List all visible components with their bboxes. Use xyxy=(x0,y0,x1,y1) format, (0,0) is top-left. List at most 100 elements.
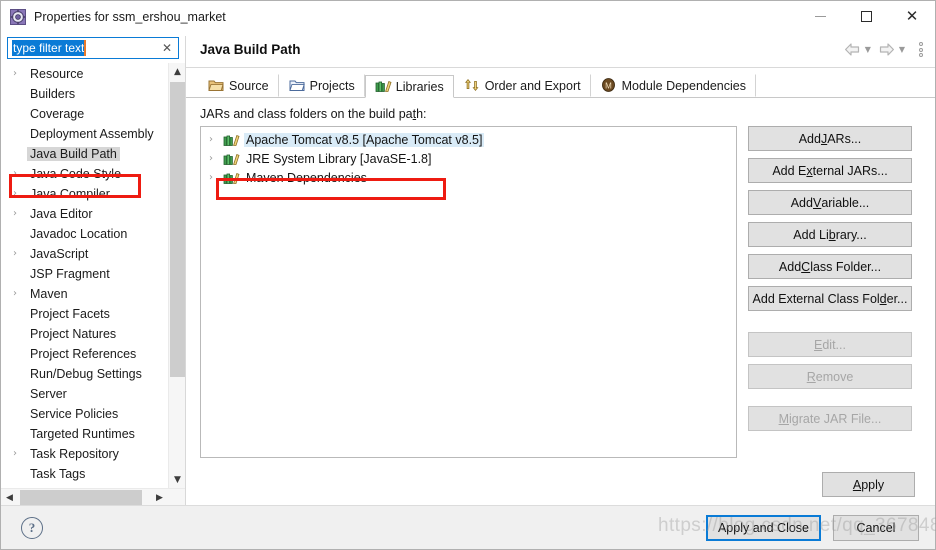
gear-icon xyxy=(10,8,26,25)
sidebar-item-project-natures[interactable]: ›Project Natures xyxy=(1,324,168,344)
header-navigation: ▼ ▼ xyxy=(843,42,927,57)
tab-source[interactable]: Source xyxy=(198,74,279,97)
button-label-mnemonic: E xyxy=(814,337,823,352)
apply-button[interactable]: Apply xyxy=(822,472,915,497)
expand-arrow-icon[interactable]: › xyxy=(209,172,223,183)
sidebar-item-project-references[interactable]: ›Project References xyxy=(1,344,168,364)
expand-arrow-icon[interactable]: › xyxy=(209,153,223,164)
add-library-button[interactable]: Add Li b rary... xyxy=(748,222,912,247)
sidebar-item-server[interactable]: ›Server xyxy=(1,384,168,404)
build-path-entry[interactable]: › JRE System Library [JavaSE-1.8] xyxy=(201,149,736,168)
scroll-left-icon[interactable]: ◀ xyxy=(1,489,18,505)
sidebar-item-java-compiler[interactable]: › Java Compiler xyxy=(1,184,168,204)
build-path-entry-label: Apache Tomcat v8.5 [Apache Tomcat v8.5] xyxy=(244,132,485,147)
search-input[interactable]: type filter text ✕ xyxy=(7,37,179,59)
sidebar-horizontal-scrollbar[interactable]: ◀ ▶ xyxy=(1,488,185,505)
sidebar-item-maven[interactable]: › Maven xyxy=(1,284,168,304)
build-path-entry[interactable]: › Apache Tomcat v8.5 [Apache Tomcat v8.5] xyxy=(201,130,736,149)
scroll-up-icon[interactable]: ▲ xyxy=(169,63,185,80)
sidebar-tree-wrapper: ›Resource›Builders›Coverage›Deployment A… xyxy=(1,63,185,505)
sidebar-item-builders[interactable]: ›Builders xyxy=(1,84,168,104)
button-label-mnemonic: M xyxy=(778,411,790,426)
sidebar-item-task-tags[interactable]: ›Task Tags xyxy=(1,464,168,484)
clear-filter-icon[interactable]: ✕ xyxy=(159,42,175,54)
edit-button: Edit... xyxy=(748,332,912,357)
dialog-footer: ? Apply and Close Cancel xyxy=(1,505,935,549)
sidebar-item-jsp-fragment[interactable]: ›JSP Fragment xyxy=(1,264,168,284)
sidebar-item-project-facets[interactable]: ›Project Facets xyxy=(1,304,168,324)
add-external-jars-button[interactable]: Add Ex ternal JARs... xyxy=(748,158,912,183)
sidebar-item-java-build-path[interactable]: ›Java Build Path xyxy=(1,144,168,164)
projects-folder-icon xyxy=(288,78,305,93)
scroll-down-icon[interactable]: ▼ xyxy=(169,471,185,488)
libraries-books-icon xyxy=(375,79,392,94)
back-dropdown-icon[interactable]: ▼ xyxy=(864,45,875,54)
sidebar-vertical-scrollbar[interactable]: ▲ ▼ xyxy=(168,63,185,488)
tab-label: Module Dependencies xyxy=(621,78,746,93)
add-class-folder-button[interactable]: Add Class Folder... xyxy=(748,254,912,279)
expand-arrow-icon[interactable]: › xyxy=(13,189,27,199)
add-external-class-folder-button[interactable]: Add External Class Fol d er... xyxy=(748,286,912,311)
add-variable-button[interactable]: Add Variable... xyxy=(748,190,912,215)
sidebar-item-label: Maven xyxy=(30,287,68,301)
tab-order-and-export[interactable]: Order and Export xyxy=(454,74,591,97)
view-menu-icon[interactable] xyxy=(911,42,927,57)
forward-dropdown-icon[interactable]: ▼ xyxy=(898,45,909,54)
sidebar-item-service-policies[interactable]: ›Service Policies xyxy=(1,404,168,424)
sidebar-item-javascript[interactable]: › JavaScript xyxy=(1,244,168,264)
minimize-button[interactable] xyxy=(797,1,843,32)
horizontal-scroll-thumb[interactable] xyxy=(20,490,142,505)
sidebar-item-java-editor[interactable]: › Java Editor xyxy=(1,204,168,224)
expand-arrow-icon[interactable]: › xyxy=(13,449,27,459)
settings-sidebar: type filter text ✕ ›Resource›Builders›Co… xyxy=(1,32,185,505)
sidebar-item-label: Task Tags xyxy=(30,467,86,481)
apply-label-mnemonic: A xyxy=(852,477,862,492)
vertical-scroll-thumb[interactable] xyxy=(170,82,185,377)
expand-arrow-icon[interactable]: › xyxy=(13,169,27,179)
remove-button: Remove xyxy=(748,364,912,389)
expand-arrow-icon[interactable]: › xyxy=(13,209,27,219)
sidebar-item-targeted-runtimes[interactable]: ›Targeted Runtimes xyxy=(1,424,168,444)
build-path-entry[interactable]: › Maven Dependencies xyxy=(201,168,736,187)
expand-arrow-icon[interactable]: › xyxy=(13,69,27,79)
tab-module-dependencies[interactable]: M Module Dependencies xyxy=(591,74,756,97)
back-arrow-icon[interactable] xyxy=(843,43,862,56)
cancel-button[interactable]: Cancel xyxy=(833,514,919,541)
apply-and-close-button[interactable]: Apply and Close xyxy=(705,514,821,541)
libraries-panel: JARs and class folders on the build path… xyxy=(186,98,935,505)
sidebar-tree[interactable]: ›Resource›Builders›Coverage›Deployment A… xyxy=(1,63,168,488)
expand-arrow-icon[interactable]: › xyxy=(13,249,27,259)
maximize-button[interactable] xyxy=(843,1,889,32)
build-path-list[interactable]: › Apache Tomcat v8.5 [Apache Tomcat v8.5]… xyxy=(200,126,737,458)
sidebar-item-deployment-assembly[interactable]: ›Deployment Assembly xyxy=(1,124,168,144)
sidebar-item-resource[interactable]: › Resource xyxy=(1,64,168,84)
close-button[interactable]: ✕ xyxy=(889,1,935,32)
add-jars-button[interactable]: Add J ARs... xyxy=(748,126,912,151)
sidebar-item-coverage[interactable]: ›Coverage xyxy=(1,104,168,124)
help-button[interactable]: ? xyxy=(21,516,43,539)
dialog-body: type filter text ✕ ›Resource›Builders›Co… xyxy=(1,32,935,505)
scroll-right-icon[interactable]: ▶ xyxy=(151,489,168,505)
button-label-post: ARs... xyxy=(827,131,862,146)
button-label-mnemonic: d xyxy=(879,291,887,306)
sidebar-item-java-code-style[interactable]: › Java Code Style xyxy=(1,164,168,184)
forward-arrow-icon[interactable] xyxy=(877,43,896,56)
libraries-main-row: › Apache Tomcat v8.5 [Apache Tomcat v8.5]… xyxy=(200,126,925,465)
button-label-post: rary... xyxy=(835,227,867,242)
button-label-pre: Add Li xyxy=(793,227,829,242)
expand-arrow-icon[interactable]: › xyxy=(209,134,223,145)
sidebar-item-javadoc-location[interactable]: ›Javadoc Location xyxy=(1,224,168,244)
expand-arrow-icon[interactable]: › xyxy=(13,289,27,299)
page-header: Java Build Path ▼ ▼ xyxy=(186,32,935,68)
sidebar-item-run-debug-settings[interactable]: ›Run/Debug Settings xyxy=(1,364,168,384)
apply-row: Apply xyxy=(200,465,925,505)
svg-text:M: M xyxy=(605,81,612,90)
sidebar-item-task-repository[interactable]: › Task Repository xyxy=(1,444,168,464)
filter-row: type filter text ✕ xyxy=(1,32,185,63)
sidebar-item-label: Java Editor xyxy=(30,207,93,221)
library-books-icon xyxy=(223,133,240,147)
tab-label: Order and Export xyxy=(484,78,581,93)
tab-projects[interactable]: Projects xyxy=(279,74,365,97)
tab-libraries[interactable]: Libraries xyxy=(364,75,454,98)
button-label-mnemonic: b xyxy=(828,227,836,242)
